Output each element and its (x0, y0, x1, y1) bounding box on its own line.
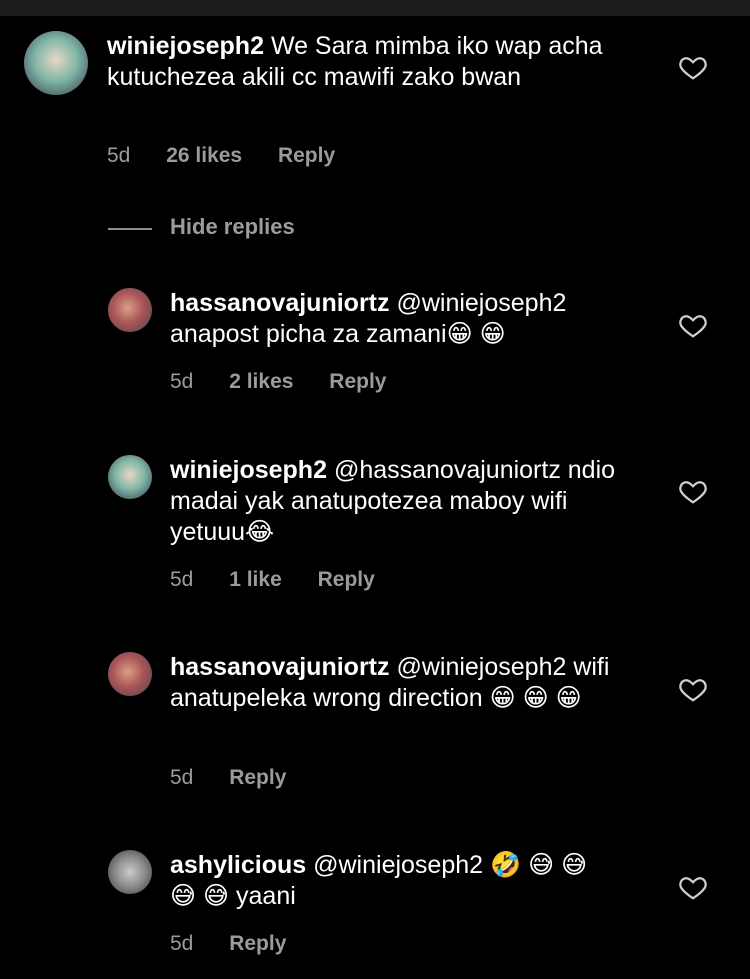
comment-meta: 5d Reply (170, 932, 316, 956)
comment-meta: 5d Reply (170, 766, 316, 790)
comment-text: ashylicious @winiejoseph2 🤣 😅 😅 😅 😅 yaan… (170, 850, 610, 912)
reply-button[interactable]: Reply (318, 568, 375, 591)
comment-text: hassanovajuniortz @winiejoseph2 anapost … (170, 288, 630, 350)
time: 5d (170, 370, 194, 393)
time: 5d (170, 568, 194, 591)
comment-meta: 5d 1 like Reply (170, 568, 405, 592)
heart-icon[interactable] (678, 674, 708, 704)
heart-icon[interactable] (678, 476, 708, 506)
username[interactable]: winiejoseph2 (107, 32, 264, 60)
hide-replies-line (108, 228, 152, 230)
username[interactable]: ashylicious (170, 851, 306, 879)
comment-text: winiejoseph2 @hassanovajuniortz ndio mad… (170, 455, 630, 548)
avatar[interactable] (108, 652, 152, 696)
likes-count[interactable]: 1 like (229, 568, 282, 591)
reply-button[interactable]: Reply (229, 766, 286, 789)
comment-meta: 5d 2 likes Reply (170, 370, 416, 394)
comment-meta: 5d 26 likes Reply (107, 144, 365, 168)
time: 5d (170, 766, 194, 789)
username[interactable]: winiejoseph2 (170, 456, 327, 484)
top-bar (0, 0, 750, 16)
heart-icon[interactable] (678, 872, 708, 902)
comment-text: winiejoseph2 We Sara mimba iko wap acha … (107, 31, 627, 93)
avatar[interactable] (24, 31, 88, 95)
avatar[interactable] (108, 850, 152, 894)
heart-icon[interactable] (678, 52, 708, 82)
comment-text: hassanovajuniortz @winiejoseph2 wifi ana… (170, 652, 640, 714)
avatar[interactable] (108, 455, 152, 499)
username[interactable]: hassanovajuniortz (170, 653, 390, 681)
reply-button[interactable]: Reply (329, 370, 386, 393)
likes-count[interactable]: 26 likes (166, 144, 242, 167)
heart-icon[interactable] (678, 310, 708, 340)
hide-replies-button[interactable]: Hide replies (170, 214, 295, 240)
username[interactable]: hassanovajuniortz (170, 289, 390, 317)
reply-button[interactable]: Reply (229, 932, 286, 955)
time: 5d (170, 932, 194, 955)
avatar[interactable] (108, 288, 152, 332)
time: 5d (107, 144, 131, 167)
likes-count[interactable]: 2 likes (229, 370, 293, 393)
reply-button[interactable]: Reply (278, 144, 335, 167)
